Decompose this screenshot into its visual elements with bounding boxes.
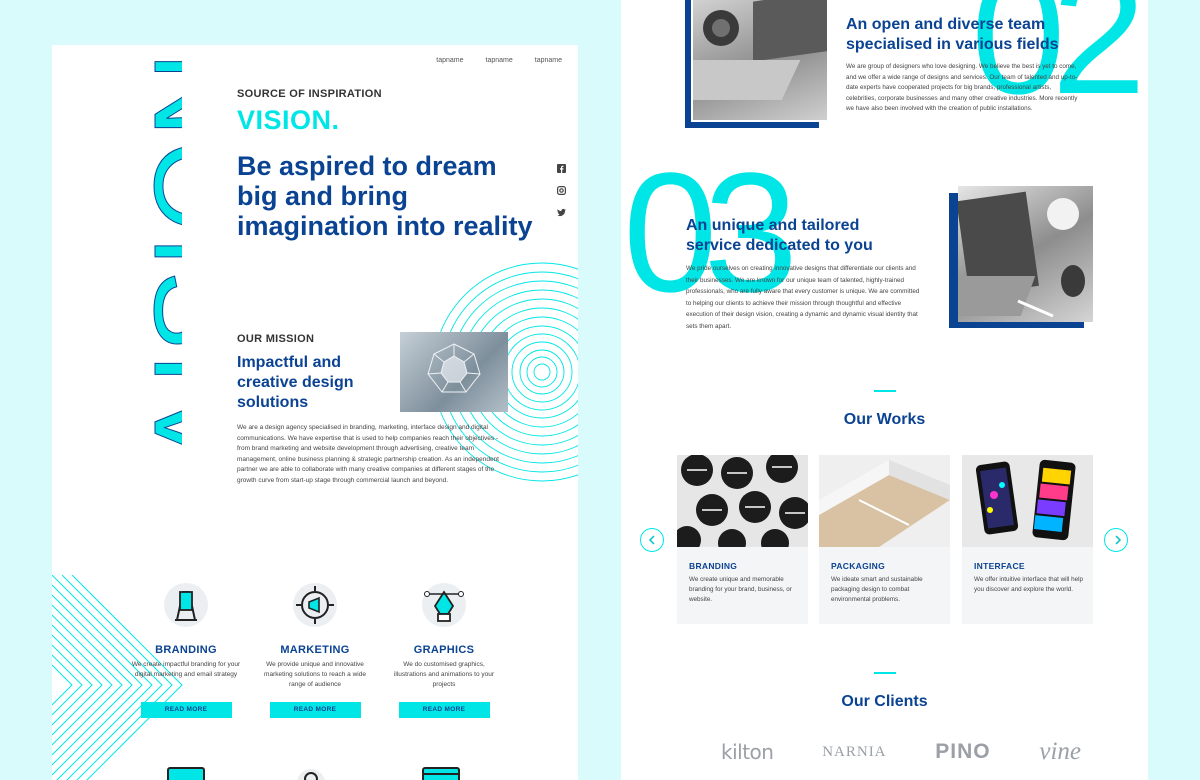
service-card-graphics: GRAPHICS We do customised graphics, illu… — [389, 580, 499, 718]
service-title: GRAPHICS — [413, 644, 475, 656]
work-card-packaging[interactable]: PACKAGING We ideate smart and sustainabl… — [819, 455, 950, 624]
laptop-camera-photo — [671, 0, 833, 120]
team-title: An open and diverse team specialised in … — [846, 16, 1059, 53]
client-logo-pino: PINO — [935, 740, 991, 763]
packaging-photo — [819, 455, 950, 547]
team-body: We are group of designers who love desig… — [846, 63, 1078, 113]
work-title: PACKAGING — [831, 561, 886, 571]
target-megaphone-icon — [290, 580, 340, 630]
tablet-desk-photo — [958, 186, 1093, 322]
mission-body: We are a design agency specialised in br… — [237, 424, 499, 484]
browser-icon — [422, 767, 460, 780]
carousel-prev-button[interactable] — [640, 528, 664, 552]
service-title: BRANDING — [155, 644, 217, 656]
work-text: We offer intuitive interface that will h… — [974, 576, 1083, 593]
service-card-marketing: MARKETING We provide unique and innovati… — [260, 580, 370, 718]
nav-link-3[interactable]: tapname — [535, 57, 562, 64]
service-text: We provide unique and innovative marketi… — [264, 661, 366, 688]
brand-wordmark-vertical: NOISIV — [129, 52, 183, 471]
eyebrow-inspiration: SOURCE OF INSPIRATION — [237, 88, 382, 100]
facebook-icon[interactable] — [557, 160, 566, 173]
read-more-button[interactable]: READ MORE — [269, 702, 361, 718]
service-card-branding: BRANDING We create impactful branding fo… — [131, 580, 241, 718]
carousel-next-button[interactable] — [1104, 528, 1128, 552]
service-title: MARKETING — [280, 644, 350, 656]
service-text: We do customised graphics, illustrations… — [393, 661, 495, 688]
mission-eyebrow: OUR MISSION — [237, 333, 315, 345]
work-text: We create unique and memorable branding … — [689, 576, 792, 603]
social-links — [557, 160, 567, 217]
client-logo-narnia: NARNIA — [822, 743, 887, 760]
read-more-button[interactable]: READ MORE — [140, 702, 232, 718]
client-logo-vine: vine — [1039, 738, 1081, 765]
location-icon — [292, 767, 330, 780]
hero-headline: Be aspired to dream big and bring imagin… — [237, 151, 533, 241]
nav-link-2[interactable]: tapname — [486, 57, 513, 64]
client-logo-kilton: kilton — [721, 740, 774, 764]
work-title: BRANDING — [689, 561, 738, 571]
divider-dash — [874, 672, 896, 674]
divider-dash — [874, 390, 896, 392]
service-title: An unique and tailored service dedicated… — [686, 217, 873, 254]
client-logos: kilton NARNIA PINO vine — [721, 738, 1081, 766]
top-nav: tapname tapname tapname — [436, 57, 562, 64]
work-card-interface[interactable]: INTERFACE We offer intuitive interface t… — [962, 455, 1093, 624]
instagram-icon[interactable] — [557, 182, 567, 196]
twitter-icon[interactable] — [557, 204, 566, 217]
works-title: Our Works — [843, 411, 926, 428]
chevron-left-icon — [648, 535, 655, 545]
read-more-button[interactable]: READ MORE — [398, 702, 490, 718]
landing-page-right: 02 An open and diverse team specialised … — [621, 0, 1148, 780]
work-title: INTERFACE — [974, 561, 1025, 571]
brand-wordmark-text: NOISIV — [129, 52, 182, 470]
mission-title: Impactful and creative design solutions — [237, 354, 354, 411]
landing-page-left: NOISIV tapname tapname tapname SOURCE OF… — [52, 45, 578, 780]
easel-icon — [161, 580, 211, 630]
mission-image — [400, 332, 508, 412]
phones-photo — [962, 455, 1093, 547]
service-body: We pride ourselves on creating innovativ… — [686, 265, 920, 330]
pen-tool-icon — [419, 580, 469, 630]
service-text: We create impactful branding for your di… — [131, 661, 241, 678]
clients-title: Our Clients — [841, 693, 928, 710]
work-text: We ideate smart and sustainable packagin… — [831, 576, 923, 603]
badges-photo — [677, 455, 808, 547]
chevron-right-icon — [1115, 535, 1122, 545]
nav-link-1[interactable]: tapname — [436, 57, 463, 64]
vision-heading: VISION. — [237, 105, 340, 135]
monitor-icon — [167, 767, 205, 780]
work-card-branding[interactable]: BRANDING We create unique and memorable … — [677, 455, 808, 624]
